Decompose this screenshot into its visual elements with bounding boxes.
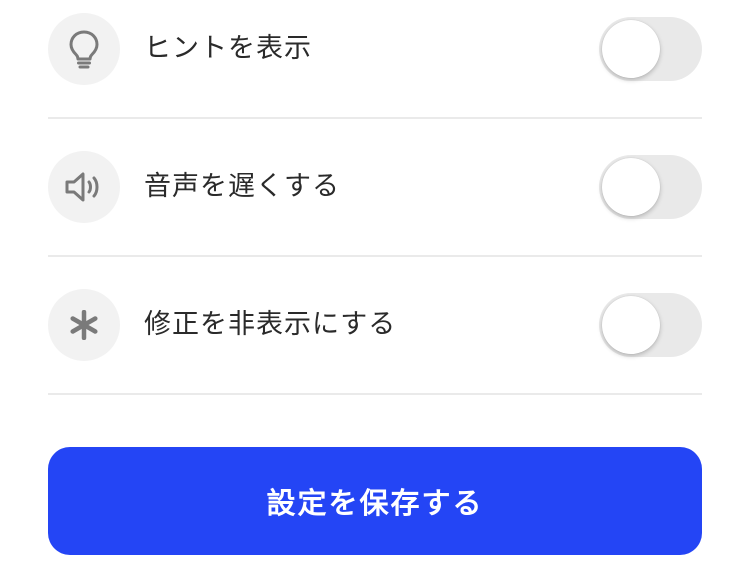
setting-row-slow-audio: 音声を遅くする [48, 151, 702, 223]
divider [48, 255, 702, 257]
divider [48, 117, 702, 119]
toggle-knob [602, 296, 660, 354]
divider [48, 393, 702, 395]
setting-label-slow-audio: 音声を遅くする [144, 171, 340, 202]
lightbulb-icon [48, 13, 120, 85]
speaker-icon [48, 151, 120, 223]
save-settings-button[interactable]: 設定を保存する [48, 447, 702, 555]
setting-row-hide-corrections: 修正を非表示にする [48, 289, 702, 361]
toggle-knob [602, 158, 660, 216]
setting-row-hints: ヒントを表示 [48, 13, 702, 85]
toggle-knob [602, 20, 660, 78]
setting-label-hints: ヒントを表示 [144, 33, 312, 64]
toggle-hide-corrections[interactable] [599, 293, 702, 357]
toggle-hints[interactable] [599, 17, 702, 81]
toggle-slow-audio[interactable] [599, 155, 702, 219]
setting-label-hide-corrections: 修正を非表示にする [144, 309, 397, 340]
asterisk-icon [48, 289, 120, 361]
